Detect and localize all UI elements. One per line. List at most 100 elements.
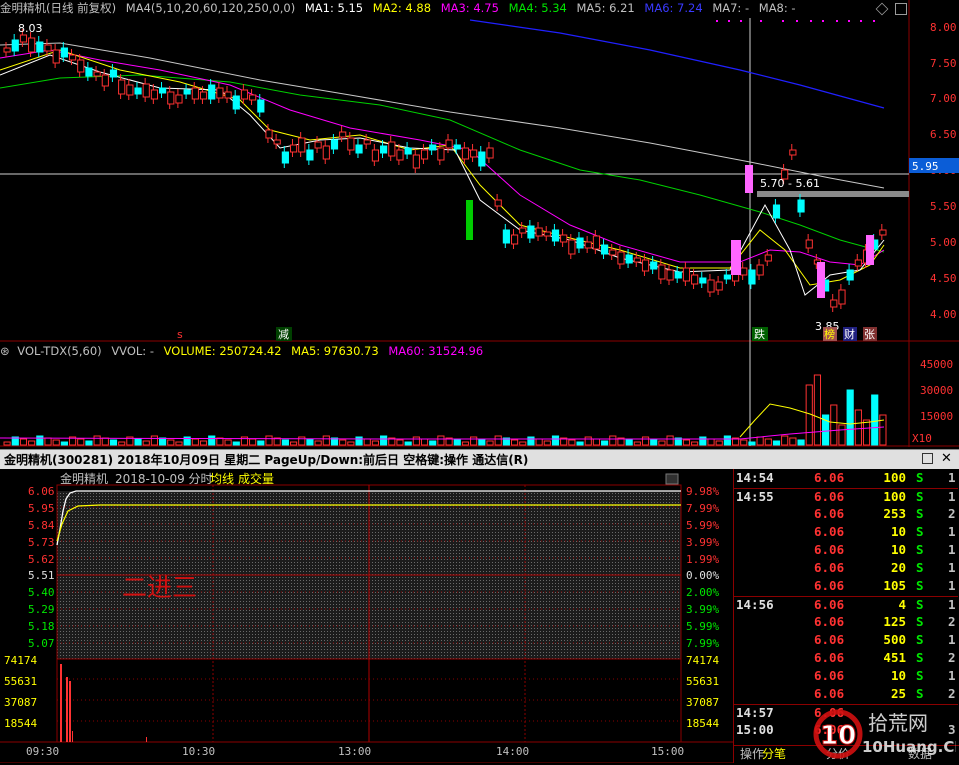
watermark-cn: 拾荒网 — [868, 711, 928, 735]
min-price-tick: 5.73 — [28, 536, 55, 549]
volume-bar — [396, 439, 404, 446]
candle — [838, 289, 846, 305]
candle — [420, 149, 429, 160]
volume-bar — [838, 424, 846, 446]
volume-bar — [830, 404, 838, 446]
volume-bar — [371, 440, 380, 446]
volume-bar — [19, 438, 28, 446]
tick-row: 6.06 10 S 1 — [734, 542, 958, 560]
candle — [281, 151, 289, 164]
volume-bar — [846, 389, 854, 446]
volume-bar — [568, 439, 576, 446]
volume-panel[interactable]: ⊛ VOL-TDX(5,60) VVOL: - VOLUME: 250724.4… — [0, 342, 959, 447]
volume-bar — [453, 439, 461, 446]
minute-title-bar[interactable]: 金明精机(300281) 2018年10月09日 星期二 PageUp/Down… — [0, 449, 959, 469]
volume-bar — [494, 435, 502, 446]
tick-price: 6.06 — [814, 489, 845, 504]
candle — [674, 271, 682, 279]
candle — [224, 91, 232, 99]
candle — [805, 239, 813, 249]
candle — [429, 144, 437, 151]
volume-bar — [322, 435, 330, 446]
min-price-tick: 5.40 — [28, 586, 55, 599]
tick-count: 2 — [948, 614, 956, 629]
range-label: 5.70 - 5.61 — [760, 177, 820, 190]
candle — [437, 147, 445, 161]
volume-bar — [789, 437, 797, 446]
restore-icon[interactable] — [922, 453, 933, 464]
pct-tick: 5.99% — [686, 519, 720, 532]
tick-volume: 125 — [883, 614, 906, 629]
candle — [232, 95, 240, 110]
tick-count: 1 — [948, 489, 956, 504]
minute-price-axis: 6.06 5.95 5.84 5.73 5.62 5.51 5.40 5.29 … — [0, 469, 55, 763]
volume-bar — [306, 438, 314, 446]
candle — [445, 139, 453, 149]
tick-time: 14:56 — [736, 597, 774, 612]
candle — [19, 34, 28, 43]
candle — [691, 274, 699, 285]
candle — [502, 229, 510, 244]
high-label: 8.03 — [18, 22, 43, 35]
min-vol-tick: 37087 — [4, 696, 38, 709]
kline-panel[interactable]: 金明精机(日线 前复权) MA4(5,10,20,60,120,250,0,0)… — [0, 0, 959, 342]
candle — [265, 129, 273, 139]
marker-die: 跌 — [754, 327, 765, 341]
candle — [404, 147, 412, 155]
kline-chart[interactable]: 8.03 3.85 5.70 - 5.61 8.00 7.50 7.00 6.5… — [0, 0, 959, 342]
tick-side: S — [916, 632, 924, 647]
volume-bar — [60, 441, 68, 446]
volume-bar — [797, 439, 805, 446]
candle — [191, 87, 199, 100]
volume-bar — [93, 435, 101, 446]
candle — [3, 47, 11, 53]
time-tick: 15:00 — [651, 745, 685, 758]
tick-time: 15:00 — [736, 722, 774, 737]
tick-row: 6.06 253 S 2 — [734, 506, 958, 524]
candle — [584, 241, 592, 249]
candle — [666, 269, 674, 281]
candle — [396, 149, 404, 161]
tick-row: 6.06 10 S 1 — [734, 668, 958, 686]
candle — [510, 234, 519, 245]
vol-tick: 30000 — [920, 384, 953, 397]
min-price-tick: 5.07 — [28, 637, 55, 650]
candle — [273, 139, 281, 145]
min-vol-tick: 18544 — [4, 717, 38, 730]
candle — [306, 149, 314, 161]
candle — [380, 145, 388, 154]
minute-panel[interactable]: 金明精机 2018-10-09 分时 均线 成交量 二进三 6.06 5.95 … — [0, 469, 733, 763]
volume-bar — [510, 439, 519, 446]
close-icon[interactable]: ✕ — [941, 451, 952, 466]
time-tick: 13:00 — [338, 745, 372, 758]
volume-bar — [36, 435, 44, 446]
candle — [183, 89, 191, 95]
candle — [44, 44, 52, 52]
candle — [551, 229, 560, 242]
tick-count: 2 — [948, 506, 956, 521]
vol-unit: X10 — [912, 432, 932, 445]
tick-price: 6.06 — [814, 632, 845, 647]
volume-bar — [691, 441, 699, 446]
tick-side: S — [916, 668, 924, 683]
candle — [789, 149, 797, 156]
site-watermark: 10 拾荒网 10Huang.CN — [806, 704, 959, 762]
candle — [641, 259, 650, 272]
candle — [543, 231, 551, 237]
volume-bar — [633, 441, 641, 446]
price-tick: 8.00 — [930, 21, 957, 34]
candle — [371, 149, 380, 162]
volume-chart[interactable]: 45000 30000 15000 X10 — [0, 342, 959, 447]
candle — [347, 137, 355, 151]
tab-fenbi[interactable]: 分笔 — [756, 745, 792, 763]
candle — [756, 264, 764, 276]
candle — [560, 234, 568, 243]
avg-legend: 均线 — [210, 472, 234, 486]
tick-price: 6.06 — [814, 470, 845, 485]
volume-bar — [150, 435, 159, 446]
candle — [412, 154, 420, 169]
tick-row: 6.06 25 S 2 — [734, 686, 958, 704]
candle — [715, 281, 723, 291]
tick-row: 14:56 6.06 4 S 1 — [734, 596, 958, 615]
tick-volume: 25 — [890, 686, 906, 701]
